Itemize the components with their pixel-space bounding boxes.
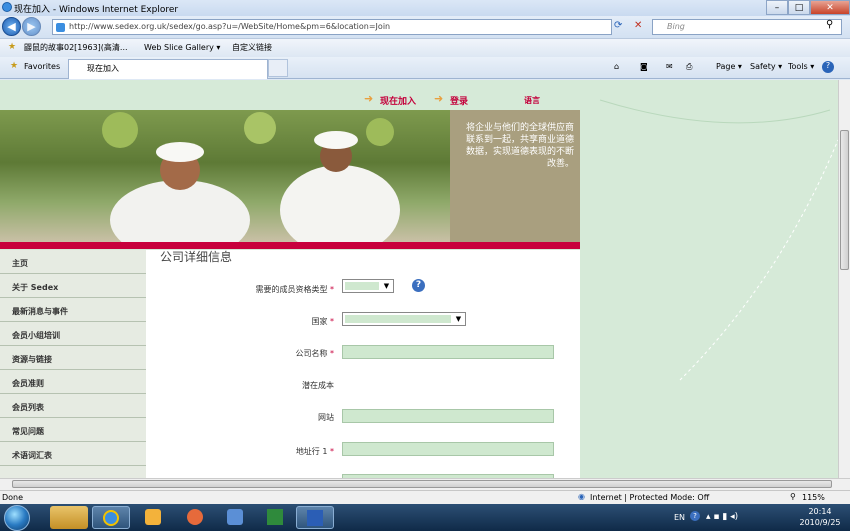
chevron-down-icon: ▼ <box>455 315 462 323</box>
sidebar-item-about[interactable]: 关于 Sedex <box>0 274 146 298</box>
new-tab-button[interactable] <box>268 59 288 77</box>
page-menu[interactable]: Page ▾ <box>716 62 742 71</box>
tab-row: ★ Favorites 现在加入 ⌂ ◙ ✉ ⎙ Page ▾ Safety ▾… <box>0 57 850 79</box>
sidebar-item-code[interactable]: 会员准则 <box>0 370 146 394</box>
address-line1-input[interactable] <box>342 442 554 456</box>
feeds-icon[interactable]: ◙ <box>640 62 648 71</box>
sidebar-item-faq[interactable]: 常见问题 <box>0 418 146 442</box>
country-label: 国家 * <box>311 317 334 326</box>
refresh-icon[interactable]: ⟳ <box>614 20 622 31</box>
favorites-button[interactable]: Favorites <box>24 62 60 71</box>
website-label: 网站 <box>318 413 334 422</box>
status-text: Done <box>2 493 24 502</box>
help-tray-icon[interactable]: ? <box>690 511 700 521</box>
page-content: ➜ 现在加入 ➜ 登录 语言 将企业与他们的全球供应商联系到一起，共享商业道德数… <box>0 80 838 478</box>
sidebar-item-resources[interactable]: 资源与链接 <box>0 346 146 370</box>
company-name-label: 公司名称 * <box>295 349 334 358</box>
potential-cost-label: 潜在成本 <box>302 381 334 390</box>
help-icon[interactable]: ? <box>412 279 425 292</box>
sidebar-item-home[interactable]: 主页 <box>0 250 146 274</box>
language-link[interactable]: 语言 <box>524 95 540 106</box>
status-bar: Done ◉ Internet | Protected Mode: Off ⚲ … <box>0 490 850 504</box>
start-button[interactable] <box>4 505 30 531</box>
url-text: http://www.sedex.org.uk/sedex/go.asp?u=/… <box>69 22 391 31</box>
membership-type-label: 需要的成员资格类型 * <box>255 285 334 294</box>
banner-photo <box>102 112 400 242</box>
page-icon <box>56 23 65 32</box>
safety-menu[interactable]: Safety ▾ <box>750 62 782 71</box>
favorites-star-icon[interactable]: ★ <box>8 42 16 52</box>
mail-icon[interactable]: ✉ <box>666 62 673 71</box>
membership-type-select[interactable]: ▼ <box>342 279 394 293</box>
print-icon[interactable]: ⎙ <box>686 62 692 72</box>
search-input[interactable]: Bing <box>652 19 842 35</box>
arrow-icon: ➜ <box>434 92 444 105</box>
favorites-bar: ★ 鼹鼠的故事02[1963](高清... Web Slice Gallery … <box>0 38 850 57</box>
clock-date[interactable]: 2010/9/25 <box>796 518 844 527</box>
chevron-down-icon: ▼ <box>383 282 390 290</box>
tray-icons[interactable]: ▴ ▪ ▮ ◂) <box>706 512 738 522</box>
title-bar: 现在加入 - Windows Internet Explorer – □ ✕ <box>0 0 850 16</box>
zoom-level[interactable]: 115% <box>802 493 825 502</box>
address-bar: ◀ ▶ http://www.sedex.org.uk/sedex/go.asp… <box>0 16 850 38</box>
remote-icon[interactable] <box>216 506 254 529</box>
back-icon[interactable]: ◀ <box>2 17 21 36</box>
tab-active[interactable]: 现在加入 <box>68 59 268 79</box>
security-zone[interactable]: Internet | Protected Mode: Off <box>590 493 709 502</box>
messenger-icon[interactable] <box>134 506 172 529</box>
company-name-input[interactable] <box>342 345 554 359</box>
favorites-icon: ★ <box>10 61 19 71</box>
sidebar-item-training[interactable]: 会员小组培训 <box>0 322 146 346</box>
search-icon[interactable]: ⚲ <box>826 19 833 30</box>
sidebar-item-members[interactable]: 会员列表 <box>0 394 146 418</box>
home-icon[interactable]: ⌂ <box>614 62 619 71</box>
stop-icon[interactable]: ✕ <box>634 20 642 31</box>
vertical-scroll-thumb[interactable] <box>840 130 849 270</box>
fav-item-1[interactable]: Web Slice Gallery ▾ <box>144 42 220 54</box>
section-title: 公司详细信息 <box>160 250 233 264</box>
address-line1-label: 地址行 1 * <box>295 447 334 456</box>
main-form: 公司详细信息 需要的成员资格类型 * ▼ ? 国家 * ▼ 公司名称 * 潜在成… <box>146 250 580 478</box>
ie-icon <box>2 2 12 12</box>
sidebar-item-news[interactable]: 最新消息与事件 <box>0 298 146 322</box>
search-placeholder: Bing <box>667 22 685 31</box>
close-button[interactable]: ✕ <box>810 0 850 15</box>
minimize-button[interactable]: – <box>766 0 788 15</box>
globe-icon: ◉ <box>578 492 585 501</box>
website-input[interactable] <box>342 409 554 423</box>
fav-item-2[interactable]: 自定义链接 <box>232 42 272 54</box>
tab-label: 现在加入 <box>87 64 119 73</box>
internet-explorer-icon[interactable] <box>92 506 130 529</box>
join-link[interactable]: 现在加入 <box>380 94 416 107</box>
help-menu[interactable]: ? <box>822 61 834 73</box>
url-input[interactable]: http://www.sedex.org.uk/sedex/go.asp?u=/… <box>52 19 612 35</box>
excel-icon[interactable] <box>256 506 294 529</box>
sidebar: 主页 关于 Sedex 最新消息与事件 会员小组培训 资源与链接 会员准则 会员… <box>0 250 146 478</box>
maximize-button[interactable]: □ <box>788 0 810 15</box>
arrow-icon: ➜ <box>364 92 374 105</box>
tagline: 将企业与他们的全球供应商联系到一起，共享商业道德数据，实现道德表现的不断改善。 <box>450 110 580 242</box>
window-title: 现在加入 - Windows Internet Explorer <box>14 5 179 15</box>
background-decoration <box>599 99 838 381</box>
sidebar-item-glossary[interactable]: 术语词汇表 <box>0 442 146 466</box>
forward-icon[interactable]: ▶ <box>22 17 41 36</box>
app-icon[interactable] <box>176 506 214 529</box>
word-icon[interactable] <box>296 506 334 529</box>
tools-menu[interactable]: Tools ▾ <box>788 62 814 71</box>
explorer-icon[interactable] <box>50 506 88 529</box>
zoom-icon: ⚲ <box>790 492 796 501</box>
accent-bar <box>0 242 580 249</box>
taskbar: EN ? ▴ ▪ ▮ ◂) 20:14 2010/9/25 <box>0 504 850 531</box>
fav-item-0[interactable]: 鼹鼠的故事02[1963](高清... <box>24 42 128 54</box>
login-link[interactable]: 登录 <box>450 94 468 107</box>
clock-time[interactable]: 20:14 <box>800 507 840 516</box>
country-select[interactable]: ▼ <box>342 312 466 326</box>
language-indicator[interactable]: EN <box>674 513 685 522</box>
horizontal-scroll-thumb[interactable] <box>12 480 832 488</box>
banner-image <box>0 110 450 242</box>
